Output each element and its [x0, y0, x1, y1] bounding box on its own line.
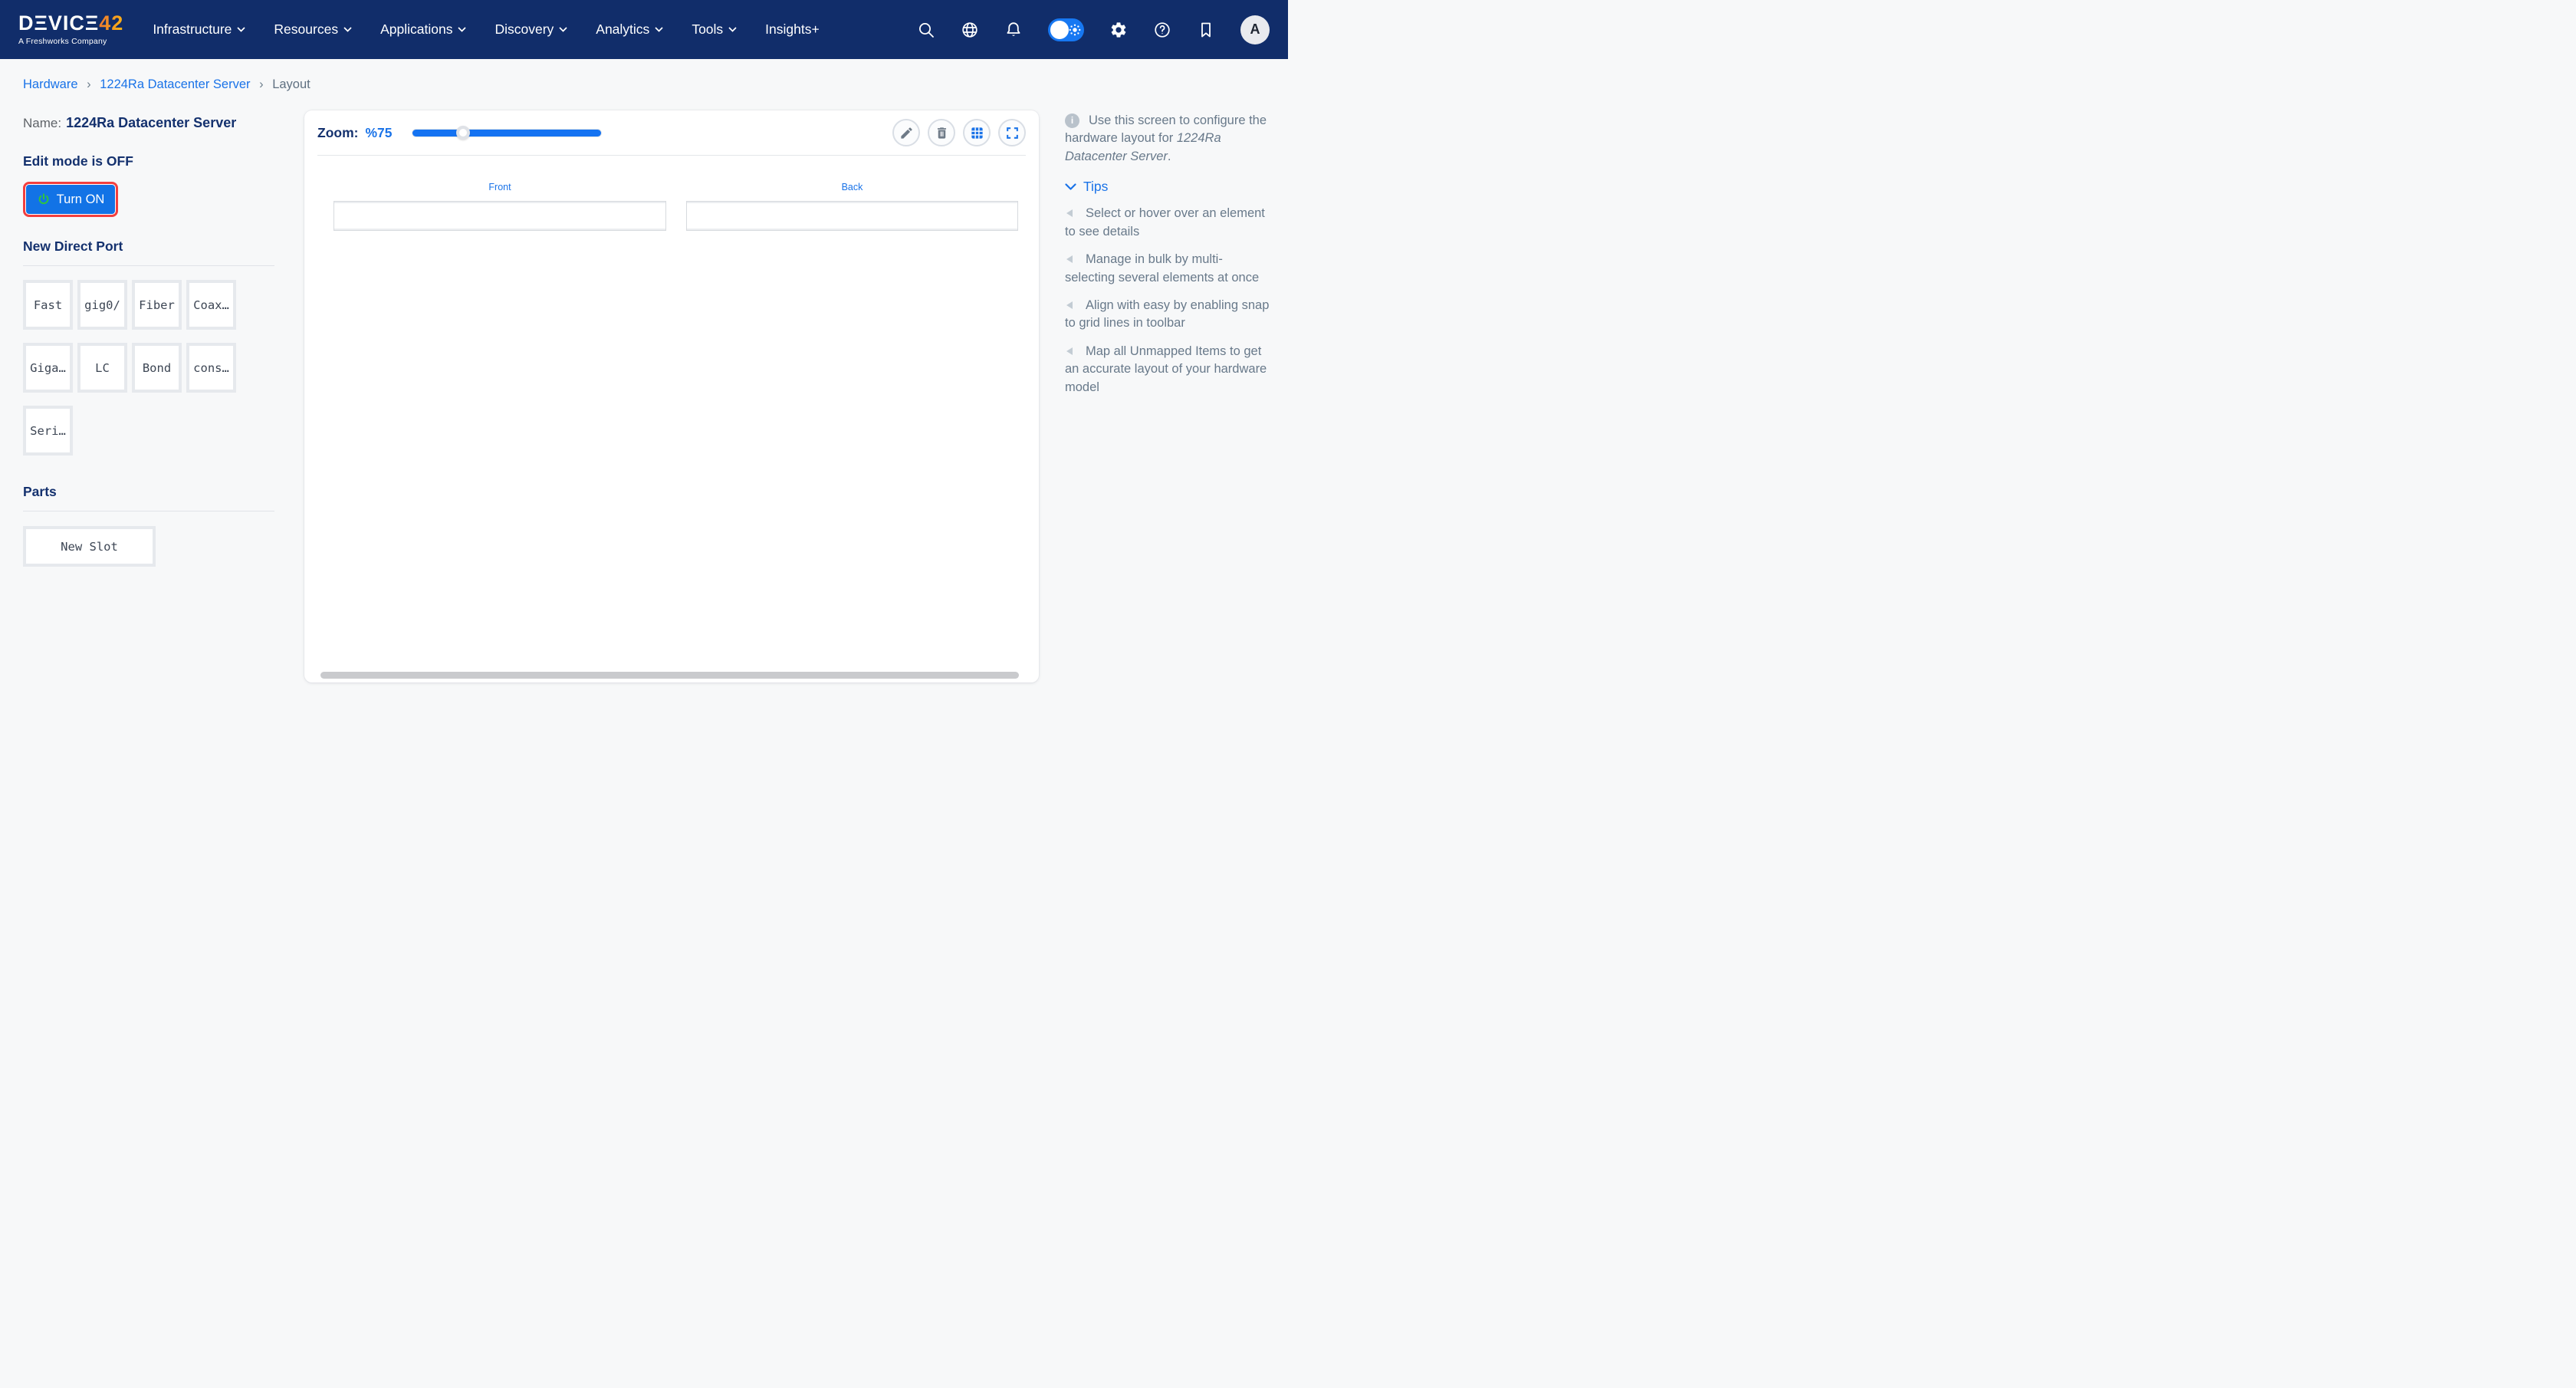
- front-panel-rect[interactable]: [334, 201, 666, 231]
- port-tile-coax[interactable]: Coax…: [186, 280, 236, 330]
- delete-button[interactable]: [928, 119, 955, 146]
- port-tile-fiber[interactable]: Fiber: [132, 280, 182, 330]
- tips-section-toggle[interactable]: Tips: [1065, 179, 1270, 195]
- chevron-down-icon: [343, 27, 352, 32]
- brand-wordmark: DΞVICΞ42: [18, 12, 124, 35]
- grid-view-button[interactable]: [963, 119, 991, 146]
- port-tile-cons[interactable]: cons…: [186, 343, 236, 393]
- menu-insights[interactable]: Insights+: [765, 21, 820, 38]
- device-name-value: 1224Ra Datacenter Server: [66, 115, 237, 130]
- device42-logo[interactable]: DΞVICΞ42 A Freshworks Company: [18, 13, 123, 46]
- search-icon[interactable]: [917, 21, 935, 39]
- back-panel-rect[interactable]: [686, 201, 1018, 231]
- nav-actions: A: [917, 15, 1270, 44]
- new-slot-tile[interactable]: New Slot: [23, 526, 156, 567]
- tip-item: Map all Unmapped Items to get an accurat…: [1065, 344, 1267, 394]
- canvas-body[interactable]: Front Back: [304, 156, 1039, 682]
- pencil-icon: [900, 127, 912, 139]
- chevron-down-icon: [559, 27, 567, 32]
- port-tile-serial[interactable]: Seri…: [23, 406, 73, 456]
- menu-resources[interactable]: Resources: [274, 21, 352, 38]
- divider: [23, 265, 274, 266]
- new-direct-port-heading: New Direct Port: [23, 238, 123, 254]
- globe-icon[interactable]: [961, 21, 979, 39]
- front-panel-label: Front: [488, 182, 511, 192]
- zoom-value: %75: [365, 124, 393, 140]
- parts-heading: Parts: [23, 484, 57, 499]
- bookmark-icon[interactable]: [1197, 21, 1215, 39]
- layout-left-panel: Name: 1224Ra Datacenter Server Edit mode …: [23, 110, 284, 567]
- notifications-bell-icon[interactable]: [1004, 21, 1023, 39]
- port-tile-gig0[interactable]: gig0/: [77, 280, 127, 330]
- grid-icon: [971, 127, 983, 139]
- canvas-tool-buttons: [892, 119, 1026, 146]
- theme-toggle[interactable]: [1048, 18, 1084, 41]
- tip-item: Align with easy by enabling snap to grid…: [1065, 298, 1270, 331]
- chevron-down-icon: [655, 27, 663, 32]
- help-icon[interactable]: [1153, 21, 1171, 39]
- name-label: Name:: [23, 116, 62, 130]
- top-nav: DΞVICΞ42 A Freshworks Company Infrastruc…: [0, 0, 1288, 59]
- breadcrumb-hardware-link[interactable]: Hardware: [23, 77, 78, 91]
- direct-port-palette: Fast gig0/ Fiber Coax… Giga… LC Bond con…: [23, 280, 284, 456]
- sun-icon: [1069, 24, 1081, 35]
- toggle-knob: [1050, 20, 1069, 39]
- triangle-bullet-icon: [1066, 209, 1073, 218]
- breadcrumb-current: Layout: [272, 77, 310, 91]
- breadcrumb-device-link[interactable]: 1224Ra Datacenter Server: [100, 77, 250, 91]
- chevron-down-icon: [237, 27, 246, 32]
- canvas-toolbar: Zoom: %75: [317, 110, 1026, 156]
- zoom-label: Zoom:: [317, 124, 359, 140]
- zoom-slider-thumb[interactable]: [455, 126, 470, 140]
- layout-canvas-card: Zoom: %75 Front Back: [304, 110, 1039, 682]
- breadcrumb-separator: ›: [259, 77, 264, 91]
- edit-pencil-button[interactable]: [892, 119, 920, 146]
- user-avatar[interactable]: A: [1240, 15, 1270, 44]
- info-icon: i: [1065, 113, 1079, 128]
- zoom-slider-track[interactable]: [412, 130, 601, 136]
- port-tile-lc[interactable]: LC: [77, 343, 127, 393]
- page-content: Name: 1224Ra Datacenter Server Edit mode …: [0, 110, 1288, 682]
- settings-gear-icon[interactable]: [1109, 21, 1128, 39]
- trash-icon: [937, 127, 946, 139]
- triangle-bullet-icon: [1066, 347, 1073, 355]
- brand-tagline: A Freshworks Company: [18, 37, 107, 47]
- tip-item: Manage in bulk by multi-selecting severa…: [1065, 252, 1260, 285]
- breadcrumb-separator: ›: [87, 77, 91, 91]
- tips-panel: i Use this screen to configure the hardwa…: [1065, 110, 1270, 396]
- triangle-bullet-icon: [1066, 301, 1073, 309]
- chevron-down-icon: [728, 27, 737, 32]
- breadcrumb: Hardware › 1224Ra Datacenter Server › La…: [0, 59, 1288, 92]
- main-menu: Infrastructure Resources Applications Di…: [153, 21, 819, 38]
- power-icon: [38, 193, 49, 205]
- turn-on-button[interactable]: Turn ON: [23, 182, 118, 217]
- zoom-slider[interactable]: [412, 126, 601, 140]
- chevron-down-icon: [1065, 183, 1076, 190]
- horizontal-scrollbar[interactable]: [320, 672, 1019, 679]
- port-tile-giga[interactable]: Giga…: [23, 343, 73, 393]
- menu-applications[interactable]: Applications: [380, 21, 467, 38]
- triangle-bullet-icon: [1066, 255, 1073, 264]
- edit-mode-status: Edit mode is OFF: [23, 153, 133, 169]
- menu-tools[interactable]: Tools: [692, 21, 737, 38]
- fullscreen-icon: [1006, 127, 1018, 139]
- fullscreen-button[interactable]: [998, 119, 1026, 146]
- back-panel-label: Back: [841, 182, 863, 192]
- port-tile-fast[interactable]: Fast: [23, 280, 73, 330]
- tip-item: Select or hover over an element to see d…: [1065, 206, 1265, 238]
- screen-intro-text: i Use this screen to configure the hardwa…: [1065, 113, 1267, 163]
- menu-infrastructure[interactable]: Infrastructure: [153, 21, 246, 38]
- menu-analytics[interactable]: Analytics: [596, 21, 663, 38]
- menu-discovery[interactable]: Discovery: [495, 21, 567, 38]
- device-name-row: Name: 1224Ra Datacenter Server: [23, 115, 284, 131]
- port-tile-bond[interactable]: Bond: [132, 343, 182, 393]
- chevron-down-icon: [458, 27, 467, 32]
